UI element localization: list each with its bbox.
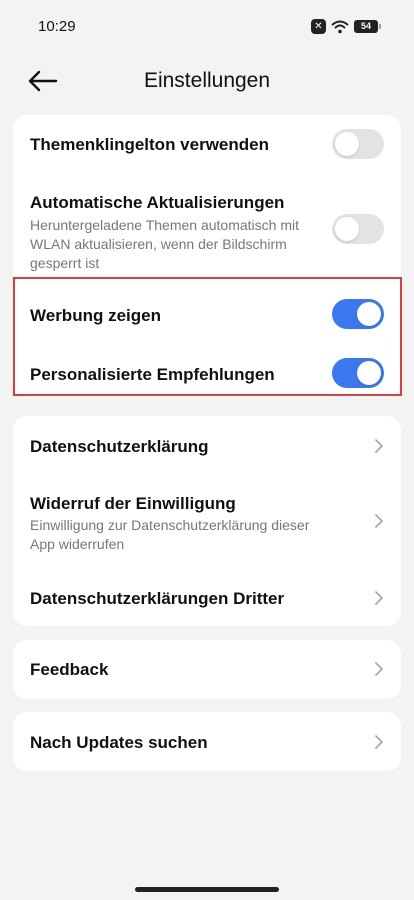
theme-settings-card: Themenklingelton verwenden Automatische … — [13, 115, 401, 397]
privacy-card: Datenschutzerklärung Widerruf der Einwil… — [13, 416, 401, 626]
show-ads-toggle[interactable] — [332, 299, 384, 329]
auto-update-description: Heruntergeladene Themen automatisch mit … — [30, 217, 300, 271]
ringtone-row[interactable]: Themenklingelton verwenden — [13, 115, 401, 175]
settings-screen: 10:29 ✕ 54 Einstellungen Themenklingelto… — [0, 0, 414, 900]
privacy-policy-label: Datenschutzerklärung — [30, 437, 209, 456]
show-ads-label: Werbung zeigen — [30, 306, 161, 325]
revoke-consent-description: Einwilligung zur Datenschutzerklärung di… — [30, 517, 310, 552]
show-ads-row[interactable]: Werbung zeigen — [13, 281, 401, 339]
battery-icon: 54 — [354, 20, 381, 33]
third-party-privacy-label: Datenschutzerklärungen Dritter — [30, 589, 285, 608]
revoke-consent-label: Widerruf der Einwilligung — [30, 494, 236, 513]
wifi-icon — [331, 20, 349, 33]
chevron-right-icon — [375, 735, 383, 749]
third-party-privacy-row[interactable]: Datenschutzerklärungen Dritter — [13, 564, 401, 626]
chevron-right-icon — [375, 514, 383, 528]
auto-update-label: Automatische Aktualisierungen — [30, 193, 285, 212]
personalized-recommendations-row[interactable]: Personalisierte Empfehlungen — [13, 339, 401, 397]
revoke-consent-row[interactable]: Widerruf der Einwilligung Einwilligung z… — [13, 474, 401, 564]
page-title: Einstellungen — [143, 69, 271, 92]
chevron-right-icon — [375, 439, 383, 453]
battery-level: 54 — [360, 21, 371, 31]
header: Einstellungen — [0, 56, 414, 108]
auto-update-toggle[interactable] — [332, 214, 384, 244]
chevron-right-icon — [375, 662, 383, 676]
personalized-recommendations-label: Personalisierte Empfehlungen — [30, 365, 275, 384]
feedback-card[interactable]: Feedback — [13, 640, 401, 699]
chevron-right-icon — [375, 591, 383, 605]
auto-update-row[interactable]: Automatische Aktualisierungen Herunterge… — [13, 175, 401, 281]
privacy-policy-row[interactable]: Datenschutzerklärung — [13, 416, 401, 474]
ringtone-toggle[interactable] — [332, 129, 384, 159]
personalized-recommendations-toggle[interactable] — [332, 358, 384, 388]
home-indicator[interactable] — [135, 887, 279, 892]
check-updates-label: Nach Updates suchen — [30, 733, 208, 752]
status-icons: ✕ 54 — [311, 19, 381, 34]
check-updates-card[interactable]: Nach Updates suchen — [13, 712, 401, 771]
status-time: 10:29 — [38, 18, 76, 35]
notification-x-icon: ✕ — [311, 19, 326, 34]
ringtone-label: Themenklingelton verwenden — [30, 135, 269, 154]
feedback-label: Feedback — [30, 660, 109, 679]
status-bar: 10:29 ✕ 54 — [0, 0, 414, 56]
